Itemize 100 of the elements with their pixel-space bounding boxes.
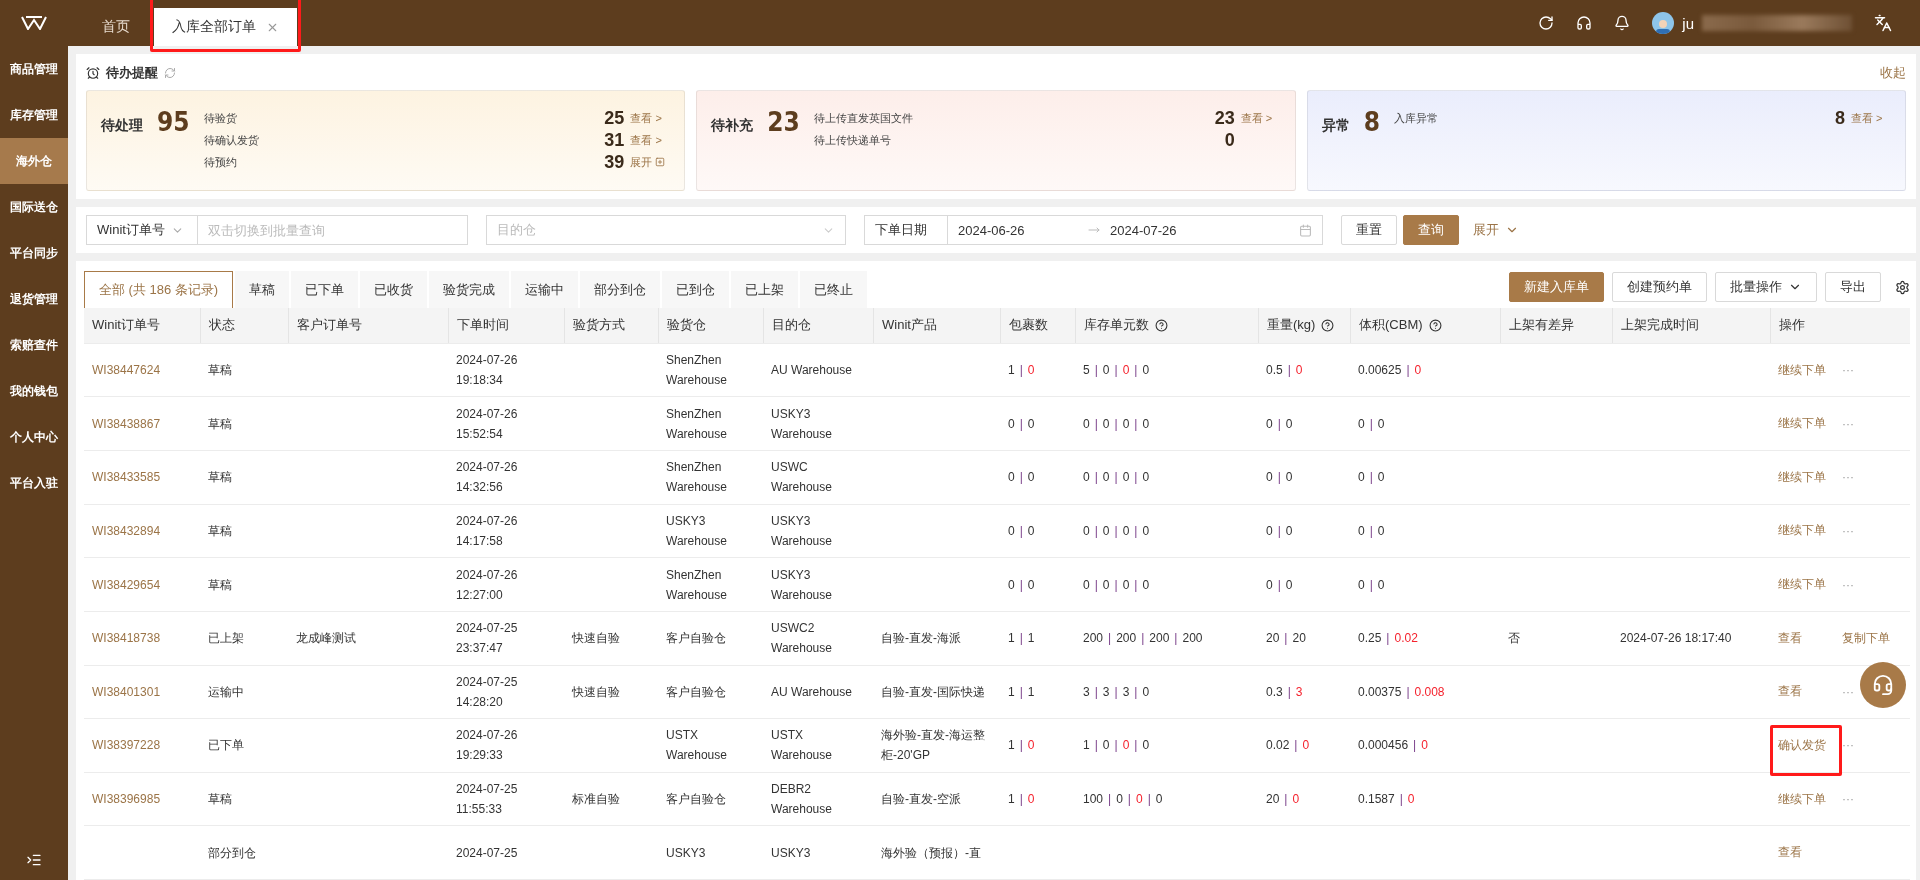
new-order-button[interactable]: 新建入库单: [1509, 272, 1604, 302]
column-title: 包裹数: [1009, 316, 1048, 335]
metric-values: 200 | 200 | 200 | 200: [1083, 630, 1203, 648]
more-button[interactable]: ···: [1842, 684, 1854, 699]
sidebar-item[interactable]: 退货管理: [0, 276, 68, 322]
help-icon[interactable]: [1155, 318, 1168, 332]
warehouse-name: USKY3 Warehouse: [771, 405, 833, 443]
action-link[interactable]: 继续下单: [1778, 361, 1826, 379]
order-link[interactable]: WI38432894: [92, 520, 161, 541]
sidebar-item[interactable]: 我的钱包: [0, 368, 68, 414]
avatar[interactable]: [1652, 12, 1675, 34]
more-button[interactable]: ···: [1842, 792, 1854, 807]
order-link[interactable]: WI38433585: [92, 467, 161, 488]
order-link[interactable]: WI38401301: [92, 681, 161, 702]
order-link[interactable]: WI38429654: [92, 574, 161, 595]
card-total: 95: [157, 107, 190, 137]
column-title: 库存单元数: [1084, 316, 1149, 335]
sidebar-item[interactable]: 索赔查件: [0, 322, 68, 368]
toolbar-button[interactable]: 创建预约单: [1612, 272, 1707, 302]
status-tab[interactable]: 部分到仓: [580, 271, 661, 308]
query-button[interactable]: 查询: [1403, 215, 1459, 245]
expand-button[interactable]: 展开: [1459, 215, 1533, 245]
order-link[interactable]: WI38438867: [92, 413, 161, 434]
user-name[interactable]: ju: [1682, 14, 1694, 32]
sidebar-item[interactable]: 个人中心: [0, 414, 68, 460]
status-tab[interactable]: 已到仓: [662, 271, 730, 308]
view-link[interactable]: 查看 >: [630, 110, 671, 126]
warehouse-name: USTX Warehouse: [771, 727, 833, 765]
item-label: 待上传直发英国文件: [813, 110, 913, 126]
warehouse-name: USTX Warehouse: [666, 727, 728, 765]
action-link[interactable]: 复制下单: [1842, 629, 1890, 647]
metric-values: 0 | 0: [1266, 469, 1293, 487]
sidebar-item[interactable]: 平台同步: [0, 230, 68, 276]
search-field[interactable]: 双击切换到批量查询: [198, 215, 468, 245]
status-text: 草稿: [208, 469, 232, 487]
warehouse-name: USKY3 Warehouse: [666, 512, 728, 550]
action-link[interactable]: 继续下单: [1778, 468, 1826, 486]
status-tab[interactable]: 验货完成: [429, 271, 510, 308]
view-link[interactable]: 查看 >: [1240, 110, 1281, 126]
toolbar-button[interactable]: 导出: [1825, 272, 1881, 302]
more-button[interactable]: ···: [1842, 523, 1854, 538]
action-link[interactable]: 查看: [1778, 629, 1802, 647]
status-tab[interactable]: 已收货: [360, 271, 428, 308]
action-link[interactable]: 继续下单: [1778, 576, 1826, 594]
order-time: 2024-07-25 23:37:47: [456, 620, 519, 658]
sidebar-item[interactable]: 海外仓: [0, 138, 68, 184]
column-title: 重量(kg): [1267, 316, 1316, 335]
more-button[interactable]: ···: [1842, 363, 1854, 378]
more-button[interactable]: ···: [1842, 416, 1854, 431]
action-link[interactable]: 查看: [1778, 683, 1802, 701]
settings-icon[interactable]: [1895, 279, 1910, 295]
action-link[interactable]: 继续下单: [1778, 522, 1826, 540]
help-icon[interactable]: [1428, 318, 1442, 332]
date-range-field[interactable]: 2024-06-26 2024-07-26: [948, 215, 1323, 245]
more-button[interactable]: ···: [1842, 577, 1854, 592]
sidebar-item[interactable]: 库存管理: [0, 92, 68, 138]
expand-menu-icon[interactable]: [26, 852, 42, 868]
headphones-icon[interactable]: [1576, 15, 1593, 31]
action-link[interactable]: 继续下单: [1778, 790, 1826, 808]
batch-dropdown[interactable]: 批量操作: [1715, 272, 1817, 302]
order-link[interactable]: WI38397228: [92, 735, 161, 756]
help-icon[interactable]: [1321, 318, 1335, 332]
page-tab[interactable]: 入库全部订单: [154, 8, 297, 46]
sidebar-item[interactable]: 商品管理: [0, 46, 68, 92]
metric-values: 5 | 0 | 0 | 0: [1083, 362, 1150, 380]
bell-icon[interactable]: [1614, 15, 1631, 31]
order-time: 2024-07-25 11:55:33: [456, 781, 519, 819]
item-count: 8: [1834, 107, 1845, 129]
status-tab[interactable]: 已下单: [291, 271, 359, 308]
metric-values: 0.25 | 0.02: [1358, 630, 1418, 648]
action-link[interactable]: 确认发货: [1778, 736, 1826, 754]
column-title: Winit产品: [882, 316, 937, 335]
order-link[interactable]: WI38418738: [92, 628, 161, 649]
status-tab[interactable]: 运输中: [511, 271, 579, 308]
view-link[interactable]: 查看 >: [1851, 110, 1891, 126]
status-tab[interactable]: 已上架: [731, 271, 799, 308]
action-link[interactable]: 继续下单: [1778, 415, 1826, 433]
collapse-link[interactable]: 收起: [1880, 64, 1906, 82]
refresh-icon[interactable]: [1538, 15, 1555, 31]
more-button[interactable]: ···: [1842, 470, 1854, 485]
order-link[interactable]: WI38396985: [92, 789, 161, 810]
reset-button[interactable]: 重置: [1341, 215, 1397, 245]
status-tab[interactable]: 全部 (共 186 条记录): [84, 271, 234, 308]
product-name: 海外验-直发-海运整柜-20'GP: [881, 727, 986, 765]
order-link[interactable]: WI38447624: [92, 360, 161, 381]
action-link[interactable]: 查看: [1778, 844, 1802, 862]
translate-icon[interactable]: [1874, 14, 1892, 32]
expand-link[interactable]: 展开: [630, 154, 671, 170]
sidebar-item[interactable]: 国际送仓: [0, 184, 68, 230]
field-select[interactable]: Winit订单号: [86, 215, 198, 245]
metric-values: 0.3 | 3: [1266, 683, 1303, 701]
warehouse-name: USKY3: [666, 844, 706, 862]
product-name: 海外验（预报）-直: [881, 844, 981, 862]
more-button[interactable]: ···: [1842, 738, 1854, 753]
status-tab[interactable]: 草稿: [235, 271, 290, 308]
view-link[interactable]: 查看 >: [630, 132, 671, 148]
page-tab[interactable]: 首页: [84, 8, 148, 46]
sidebar-item[interactable]: 平台入驻: [0, 460, 68, 506]
status-tab[interactable]: 已终止: [800, 271, 868, 308]
column-title: 客户订单号: [297, 316, 362, 335]
